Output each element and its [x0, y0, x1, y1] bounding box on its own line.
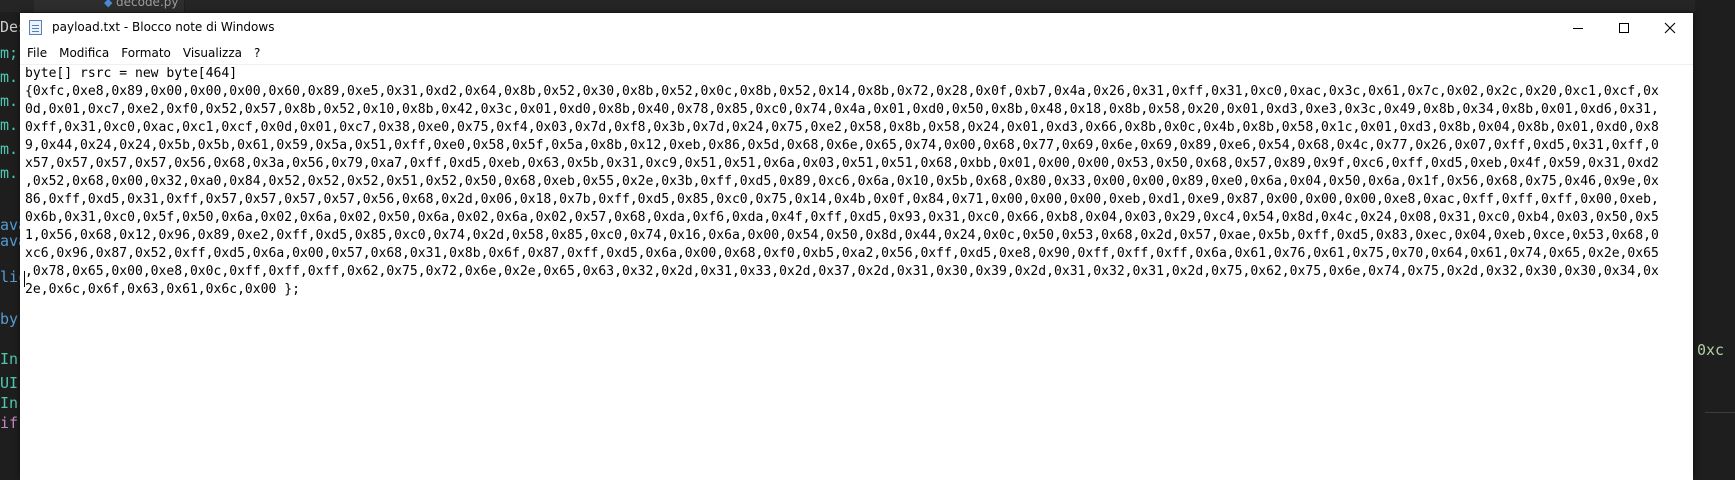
- background-code-fragment: m;: [0, 44, 19, 62]
- document-line: 0xff,0x31,0xc0,0xac,0xc1,0xcf,0x0d,0x01,…: [25, 120, 1659, 135]
- menu-bar: File Modifica Formato Visualizza ?: [20, 43, 1693, 63]
- background-divider: [1705, 412, 1735, 413]
- text-caret: [24, 271, 25, 287]
- minimize-icon: [1573, 27, 1583, 29]
- document-line: 0d,0x01,0xc7,0xe2,0xf0,0x52,0x57,0x8b,0x…: [25, 102, 1659, 117]
- menu-help[interactable]: ?: [247, 43, 265, 63]
- window-title: payload.txt - Blocco note di Windows: [52, 20, 275, 34]
- menu-format[interactable]: Formato: [114, 43, 176, 63]
- background-code-fragment: m.: [0, 164, 19, 182]
- background-code-fragment: by: [0, 310, 19, 328]
- document-line: 0x6b,0x31,0xc0,0x5f,0x50,0x6a,0x02,0x6a,…: [25, 210, 1659, 225]
- document-line: 1,0x56,0x68,0x12,0x96,0x89,0xe2,0xff,0xd…: [25, 228, 1659, 243]
- title-bar[interactable]: payload.txt - Blocco note di Windows: [20, 13, 1693, 43]
- background-code-fragment: m.: [0, 116, 19, 134]
- document-line: 2e,0x6c,0x6f,0x63,0x61,0x6c,0x00 };: [25, 282, 300, 297]
- maximize-icon: [1619, 23, 1629, 33]
- text-editor[interactable]: byte[] rsrc = new byte[464] {0xfc,0xe8,0…: [20, 64, 1693, 480]
- background-tab-label: decode.py: [116, 0, 179, 9]
- document-line: {0xfc,0xe8,0x89,0x00,0x00,0x00,0x60,0x89…: [25, 84, 1659, 99]
- background-code-fragment: m.: [0, 92, 19, 110]
- menu-edit[interactable]: Modifica: [52, 43, 114, 63]
- document-line: 86,0xff,0xd5,0x31,0xff,0x57,0x57,0x57,0x…: [25, 192, 1659, 207]
- document-text[interactable]: byte[] rsrc = new byte[464] {0xfc,0xe8,0…: [20, 65, 1693, 299]
- minimize-button[interactable]: [1555, 13, 1601, 43]
- background-code-fragment: UI: [0, 374, 19, 392]
- document-line: xc6,0x96,0x87,0x52,0xff,0xd5,0x6a,0x00,0…: [25, 246, 1659, 261]
- document-line: ,0x52,0x68,0x00,0x32,0xa0,0x84,0x52,0x52…: [25, 174, 1659, 189]
- document-line: 9,0x44,0x24,0x24,0x5b,0x5b,0x61,0x59,0x5…: [25, 138, 1659, 153]
- background-code-fragment: m.: [0, 140, 19, 158]
- background-tab[interactable]: ◆ decode.py: [34, 0, 185, 12]
- menu-view[interactable]: Visualizza: [176, 43, 247, 63]
- python-file-icon: ◆: [104, 0, 113, 9]
- background-code-fragment: In: [0, 350, 19, 368]
- document-line: x57,0x57,0x57,0x57,0x56,0x68,0x3a,0x56,0…: [25, 156, 1659, 171]
- document-line: ,0x78,0x65,0x00,0xe8,0x0c,0xff,0xff,0xff…: [25, 264, 1659, 279]
- notepad-window: payload.txt - Blocco note di Windows Fil…: [20, 13, 1693, 480]
- background-code-fragment: In: [0, 394, 19, 412]
- close-button[interactable]: [1647, 13, 1693, 43]
- background-code-fragment: m.: [0, 68, 19, 86]
- document-line: byte[] rsrc = new byte[464]: [25, 66, 238, 81]
- notepad-icon: [29, 20, 42, 35]
- close-icon: [1664, 22, 1676, 34]
- background-code-fragment: if: [0, 414, 19, 432]
- background-code-fragment-right: 0xc: [1697, 341, 1725, 359]
- background-tab-bar: ◆ decode.py: [0, 0, 1735, 12]
- background-editor-right: [1695, 0, 1735, 479]
- menu-file[interactable]: File: [20, 43, 52, 63]
- maximize-button[interactable]: [1601, 13, 1647, 43]
